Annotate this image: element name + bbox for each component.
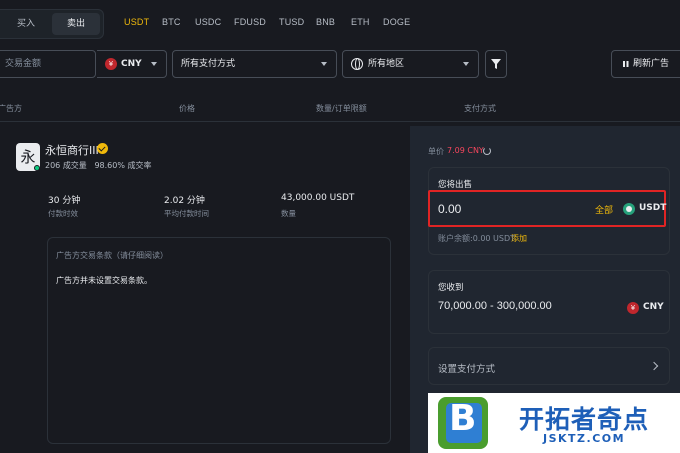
amount-input[interactable]: 交易金额 xyxy=(0,50,96,78)
region-value: 所有地区 xyxy=(368,59,405,69)
payment-method-value: 所有支付方式 xyxy=(181,59,236,69)
quantity-label: 数量 xyxy=(281,209,296,218)
receive-range: 70,000.00 - 300,000.00 xyxy=(438,300,552,312)
chevron-down-icon xyxy=(463,62,469,66)
trade-side-toggle: 买入 卖出 xyxy=(0,9,104,39)
coin-tab-bnb[interactable]: BNB xyxy=(316,17,335,27)
filter-icon xyxy=(491,59,501,69)
trade-terms-title: 广告方交易条款（请仔细阅读） xyxy=(56,251,168,260)
coin-tab-usdc[interactable]: USDC xyxy=(195,17,221,27)
refresh-ads-button[interactable]: 刷新广告 xyxy=(611,50,680,78)
sell-tab[interactable]: 卖出 xyxy=(52,13,100,35)
watermark-text-en: JSKTZ.COM xyxy=(543,432,626,445)
cny-icon: ¥ xyxy=(105,58,117,70)
chevron-down-icon xyxy=(151,62,157,66)
account-balance: 账户余额:0.00 USDT xyxy=(438,234,516,243)
amount-placeholder: 交易金额 xyxy=(5,59,42,69)
add-funds-link[interactable]: 添加 xyxy=(511,233,527,244)
online-status-dot xyxy=(34,165,40,171)
watermark-logo-letter: B xyxy=(449,398,477,439)
avg-payment-time-value: 2.02 分钟 xyxy=(164,196,205,206)
watermark-text-cn: 开拓者奇点 xyxy=(519,405,650,434)
coin-tab-eth[interactable]: ETH xyxy=(351,17,370,27)
coin-tab-fdusd[interactable]: FDUSD xyxy=(234,17,266,27)
chevron-down-icon xyxy=(321,62,327,66)
header-payment: 支付方式 xyxy=(464,104,496,113)
currency-select[interactable]: ¥ CNY xyxy=(97,50,167,78)
coin-tab-btc[interactable]: BTC xyxy=(162,17,181,27)
advertiser-name[interactable]: 永恒商行III xyxy=(45,142,99,158)
payment-window-label: 付款时效 xyxy=(48,209,78,218)
verified-badge-icon xyxy=(97,143,108,154)
receive-currency: CNY xyxy=(643,302,664,312)
cny-icon: ¥ xyxy=(627,302,639,314)
trade-terms-body: 广告方并未设置交易条款。 xyxy=(56,276,152,285)
header-quantity-limit: 数量/订单限额 xyxy=(316,104,367,113)
advertiser-stats: 206 成交量 98.60% 成交率 xyxy=(45,161,152,170)
globe-icon xyxy=(351,58,363,70)
sell-coin-label: USDT xyxy=(639,203,667,213)
header-divider xyxy=(0,121,680,122)
payment-method-select[interactable]: 所有支付方式 xyxy=(172,50,337,78)
sell-all-button[interactable]: 全部 xyxy=(595,203,613,216)
buy-tab[interactable]: 买入 xyxy=(0,10,52,38)
filter-button[interactable] xyxy=(485,50,507,78)
refresh-icon[interactable] xyxy=(483,147,491,155)
payment-window-value: 30 分钟 xyxy=(48,196,81,206)
receive-label: 您收到 xyxy=(438,283,464,293)
sell-amount-label: 您将出售 xyxy=(438,180,473,190)
unit-price-value: 7.09 CNY xyxy=(447,146,484,155)
set-payment-method-label: 设置支付方式 xyxy=(438,364,496,375)
coin-tab-doge[interactable]: DOGE xyxy=(383,17,410,27)
currency-value: CNY xyxy=(121,59,142,69)
pause-icon xyxy=(623,61,629,67)
coin-tab-tusd[interactable]: TUSD xyxy=(279,17,304,27)
header-advertiser: 广告方 xyxy=(0,104,22,113)
avg-payment-time-label: 平均付款时间 xyxy=(164,209,209,218)
coin-tab-usdt[interactable]: USDT xyxy=(124,17,149,27)
header-price: 价格 xyxy=(179,104,195,113)
trade-terms-box: 广告方交易条款（请仔细阅读） 广告方并未设置交易条款。 xyxy=(47,237,391,444)
sell-amount-value: 0.00 xyxy=(438,202,462,216)
unit-price-label: 单价 xyxy=(428,147,444,156)
quantity-value: 43,000.00 USDT xyxy=(281,193,355,203)
refresh-ads-label: 刷新广告 xyxy=(633,59,670,69)
usdt-icon xyxy=(623,203,635,215)
region-select[interactable]: 所有地区 xyxy=(342,50,479,78)
